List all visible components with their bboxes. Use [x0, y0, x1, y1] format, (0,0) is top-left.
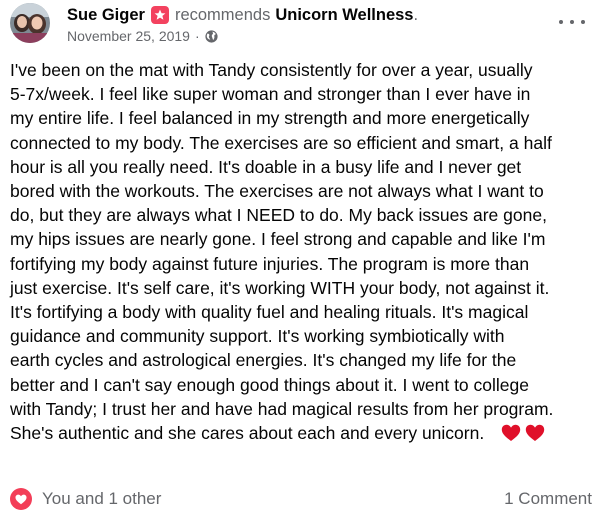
meta-separator: · [194, 28, 200, 44]
heart-emoji-group [501, 424, 549, 442]
recommend-flag-icon [150, 6, 169, 24]
red-heart-icon [525, 424, 545, 442]
recommendation-post: Sue Giger recommends Unicorn Wellness . … [0, 0, 602, 523]
body-line: earth cycles and astrological energies. … [10, 350, 517, 371]
more-dot [570, 20, 574, 24]
body-line-last: She's authentic and she cares about each… [10, 421, 590, 445]
love-reaction-icon [10, 488, 32, 510]
page-name-suffix: . [413, 5, 419, 24]
body-line: connected to my body. The exercises are … [10, 132, 552, 153]
author-avatar[interactable] [10, 3, 50, 43]
body-line: my entire life. I feel balanced in my st… [10, 108, 530, 129]
body-line: fortifying my body against future injuri… [10, 253, 530, 274]
body-line: bored with the workouts. The exercises a… [10, 181, 544, 202]
post-body: I've been on the mat with Tandy consiste… [10, 58, 590, 445]
reactions-summary[interactable]: You and 1 other [10, 486, 161, 512]
body-line: I've been on the mat with Tandy consiste… [10, 60, 533, 80]
post-meta: November 25, 2019 · [67, 27, 218, 45]
body-line: better and I can't say enough good thing… [10, 374, 529, 395]
post-header: Sue Giger recommends Unicorn Wellness . [67, 4, 418, 26]
body-line: guidance and community support. It's wor… [10, 326, 505, 347]
body-line: hour is all you really need. It's doable… [10, 156, 522, 177]
reactions-text[interactable]: You and 1 other [42, 489, 161, 509]
more-dot [559, 20, 563, 24]
body-line: do, but they are always what I NEED to d… [10, 205, 547, 226]
globe-icon[interactable] [205, 29, 218, 43]
post-timestamp[interactable]: November 25, 2019 [67, 28, 190, 44]
body-line: just exercise. It's self care, it's work… [10, 277, 550, 298]
more-dot [581, 20, 585, 24]
body-line: 5-7x/week. I feel like super woman and s… [10, 84, 531, 105]
more-options-icon[interactable] [559, 13, 585, 31]
body-line: It's fortifying a body with quality fuel… [10, 302, 529, 323]
body-line: my hips issues are nearly gone. I feel s… [10, 229, 546, 250]
body-line: with Tandy; I trust her and have had mag… [10, 398, 554, 419]
action-text: recommends [174, 5, 271, 24]
author-name[interactable]: Sue Giger [67, 6, 145, 25]
body-line: She's authentic and she cares about each… [10, 423, 485, 444]
red-heart-icon [501, 424, 521, 442]
comments-count[interactable]: 1 Comment [504, 486, 592, 512]
page-name-link[interactable]: Unicorn Wellness [275, 6, 413, 25]
